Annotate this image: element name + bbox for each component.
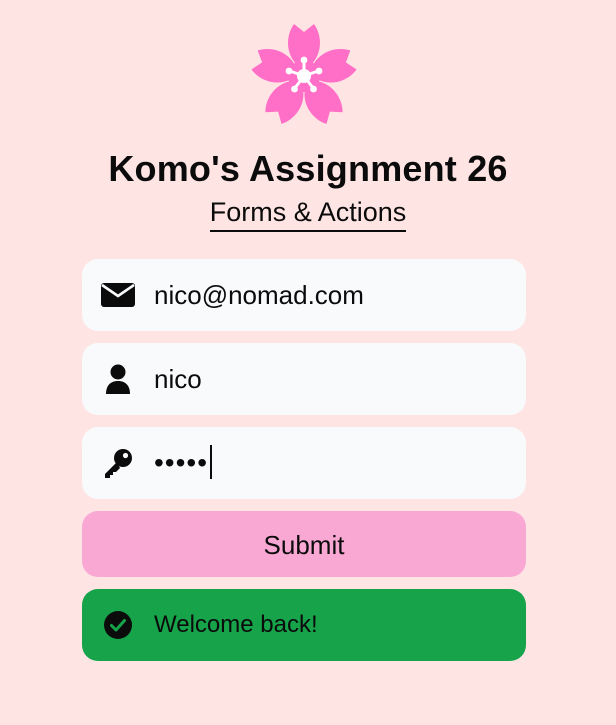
text-caret bbox=[210, 445, 213, 480]
email-field[interactable]: nico@nomad.com bbox=[82, 259, 526, 331]
key-icon bbox=[100, 445, 136, 481]
success-text: Welcome back! bbox=[154, 611, 318, 638]
password-field[interactable]: ••••• bbox=[82, 427, 526, 499]
cherry-blossom-icon bbox=[249, 22, 359, 130]
check-circle-icon bbox=[100, 607, 136, 643]
subtitle-link[interactable]: Forms & Actions bbox=[209, 195, 407, 232]
password-dots: ••••• bbox=[154, 447, 209, 478]
username-field[interactable]: nico bbox=[82, 343, 526, 415]
submit-button[interactable]: Submit bbox=[82, 511, 526, 577]
username-value: nico bbox=[154, 364, 202, 394]
email-value: nico@nomad.com bbox=[154, 280, 364, 310]
envelope-icon bbox=[100, 277, 136, 313]
user-icon bbox=[100, 361, 136, 397]
page-title: Komo's Assignment 26 bbox=[108, 148, 508, 189]
success-message: Welcome back! bbox=[82, 589, 526, 661]
password-value-wrap: ••••• bbox=[154, 427, 213, 499]
